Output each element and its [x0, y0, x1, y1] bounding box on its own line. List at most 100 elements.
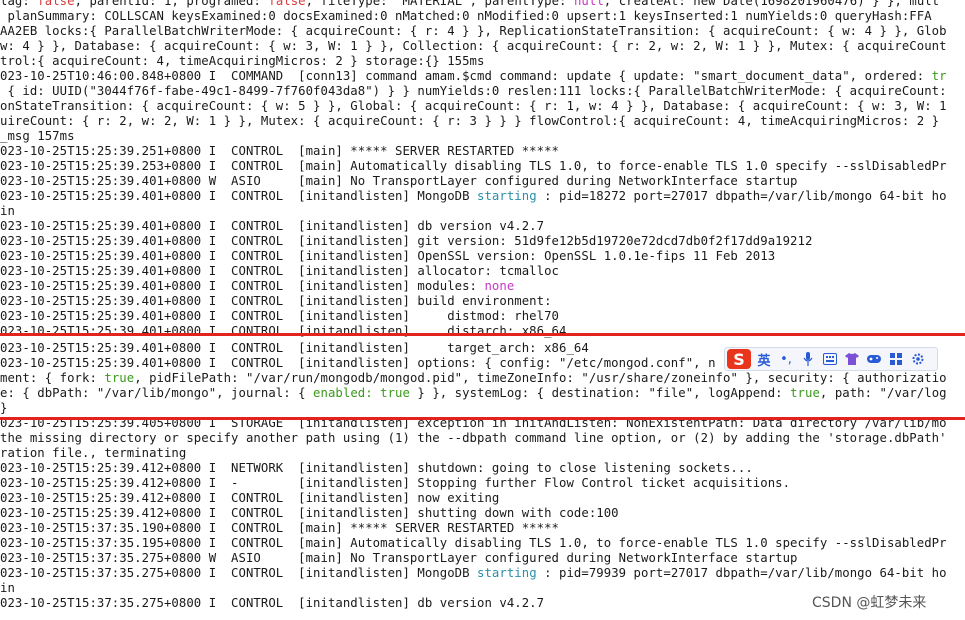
log-text: 023-10-25T15:25:39.412+0800 I NETWORK [i…: [0, 461, 753, 475]
highlight-top-border: [0, 333, 965, 336]
log-line: 023-10-25T15:37:35.275+0800 I CONTROL [i…: [0, 596, 544, 611]
log-text: : pid=79939 port=27017 dbpath=/var/lib/m…: [536, 566, 947, 580]
log-text: } }, systemLog: { destination: "file", l…: [409, 386, 791, 400]
log-text: 023-10-25T15:25:39.401+0800 I CONTROL [i…: [0, 234, 813, 248]
log-keyword: enabled: true: [313, 386, 410, 400]
log-text: 023-10-25T15:37:35.275+0800 I CONTROL [i…: [0, 596, 545, 610]
log-text: 023-10-25T15:25:39.401+0800 I CONTROL [i…: [0, 341, 589, 355]
gamepad-icon[interactable]: [865, 350, 883, 368]
log-text: , fileType: "MATERIAL", parentType:: [305, 0, 574, 8]
ime-toolbar[interactable]: S 英 •,: [724, 347, 938, 371]
log-line: 023-10-25T15:25:39.401+0800 W ASIO [main…: [0, 174, 798, 189]
log-line: 023-10-25T10:46:00.848+0800 I COMMAND [c…: [0, 69, 947, 84]
log-line: 023-10-25T15:37:35.275+0800 W ASIO [main…: [0, 551, 798, 566]
log-text: 023-10-25T15:25:39.412+0800 I - [initand…: [0, 476, 791, 490]
punctuation-icon[interactable]: •,: [777, 350, 795, 368]
log-text: 023-10-25T15:25:39.401+0800 I CONTROL [i…: [0, 309, 560, 323]
log-text: 023-10-25T15:25:39.401+0800 I CONTROL [i…: [0, 279, 485, 293]
language-toggle-button[interactable]: 英: [755, 350, 773, 369]
log-text: e: { dbPath: "/var/lib/mongo", journal: …: [0, 386, 314, 400]
log-keyword: starting: [477, 566, 537, 580]
log-line: 023-10-25T15:37:35.190+0800 I CONTROL [m…: [0, 521, 559, 536]
log-keyword: true: [104, 371, 135, 385]
keyboard-icon[interactable]: [821, 350, 839, 368]
log-line: 023-10-25T15:37:35.275+0800 I CONTROL [i…: [0, 566, 947, 581]
log-line: ration file., terminating: [0, 446, 186, 461]
log-text: 023-10-25T15:25:39.401+0800 I CONTROL [i…: [0, 219, 545, 233]
highlight-bottom-border: [0, 417, 965, 420]
log-text: 023-10-25T15:25:39.253+0800 I CONTROL [m…: [0, 159, 947, 173]
log-line: uireCount: { r: 2, w: 2, W: 1 } }, Mutex…: [0, 114, 939, 129]
log-line: 023-10-25T15:25:39.251+0800 I CONTROL [m…: [0, 144, 559, 159]
log-line: 023-10-25T15:37:35.195+0800 I CONTROL [m…: [0, 536, 947, 551]
log-text: uireCount: { r: 2, w: 2, W: 1 } }, Mutex…: [0, 114, 940, 128]
log-line: 023-10-25T15:25:39.412+0800 I NETWORK [i…: [0, 461, 753, 476]
apps-icon[interactable]: [887, 350, 905, 368]
log-text: { id: UUID("3044f76f-fabe-49c1-8499-7f76…: [0, 84, 947, 98]
log-line: 023-10-25T15:25:39.401+0800 I CONTROL [i…: [0, 189, 947, 204]
log-text: 023-10-25T15:25:39.401+0800 I CONTROL [i…: [0, 294, 552, 308]
log-line: 023-10-25T15:25:39.253+0800 I CONTROL [m…: [0, 159, 947, 174]
log-text: }: [0, 401, 8, 415]
log-text: the missing directory or specify another…: [0, 431, 947, 445]
log-line: ment: { fork: true, pidFilePath: "/var/r…: [0, 371, 947, 386]
log-text: in: [0, 204, 15, 218]
csdn-watermark: CSDN @虹梦未来: [812, 595, 927, 611]
log-text: 023-10-25T15:25:39.412+0800 I CONTROL [i…: [0, 491, 500, 505]
log-text: w: 4 } }, Database: { acquireCount: { w:…: [0, 39, 947, 53]
log-line: w: 4 } }, Database: { acquireCount: { w:…: [0, 39, 947, 54]
log-line: 023-10-25T15:25:39.401+0800 I CONTROL [i…: [0, 219, 544, 234]
log-text: : pid=18272 port=27017 dbpath=/var/lib/m…: [536, 189, 947, 203]
log-text: ration file., terminating: [0, 446, 187, 460]
log-text: 023-10-25T15:25:39.251+0800 I CONTROL [m…: [0, 144, 560, 158]
log-line: 023-10-25T15:25:39.412+0800 I CONTROL [i…: [0, 491, 499, 506]
log-line: 023-10-25T15:25:39.401+0800 I CONTROL [i…: [0, 294, 552, 309]
log-text: in: [0, 581, 15, 595]
log-line: trol:{ acquireCount: 4, timeAcquiringMic…: [0, 54, 484, 69]
terminal-output[interactable]: lag: false, parentId: 1, programed: fals…: [0, 0, 965, 620]
log-text: 023-10-25T15:25:39.412+0800 I CONTROL [i…: [0, 506, 619, 520]
log-line: 023-10-25T15:25:39.401+0800 I CONTROL [i…: [0, 279, 514, 294]
log-line: }: [0, 401, 7, 416]
log-text: AA2EB locks:{ ParallelBatchWriterMode: {…: [0, 24, 947, 38]
log-keyword: true: [790, 386, 820, 400]
log-line: 023-10-25T15:25:39.401+0800 I CONTROL [i…: [0, 249, 775, 264]
log-line: { id: UUID("3044f76f-fabe-49c1-8499-7f76…: [0, 84, 947, 99]
log-text: 023-10-25T15:25:39.401+0800 W ASIO [main…: [0, 174, 798, 188]
log-text: 023-10-25T15:37:35.190+0800 I CONTROL [m…: [0, 521, 560, 535]
log-line: _msg 157ms: [0, 129, 75, 144]
log-text: onStateTransition: { acquireCount: { w: …: [0, 99, 947, 113]
skin-icon[interactable]: [843, 350, 861, 368]
log-keyword: tr: [931, 69, 947, 83]
log-text: , createAt: new Date(1698201960476) } },…: [603, 0, 940, 8]
log-text: 023-10-25T15:37:35.275+0800 W ASIO [main…: [0, 551, 798, 565]
log-line: in: [0, 204, 15, 219]
log-text: 023-10-25T10:46:00.848+0800 I COMMAND [c…: [0, 69, 932, 83]
log-line: 023-10-25T15:25:39.401+0800 I CONTROL [i…: [0, 324, 566, 339]
log-line: in: [0, 581, 15, 596]
log-text: , parentId: 1, programed:: [74, 0, 269, 8]
log-line: the missing directory or specify another…: [0, 431, 947, 446]
log-line: 023-10-25T15:25:39.412+0800 I - [initand…: [0, 476, 790, 491]
log-line: 023-10-25T15:25:39.401+0800 I CONTROL [i…: [0, 341, 589, 356]
log-keyword: null: [573, 0, 604, 8]
log-keyword: false: [37, 0, 75, 8]
log-line: AA2EB locks:{ ParallelBatchWriterMode: {…: [0, 24, 947, 39]
log-text: 023-10-25T15:25:39.401+0800 I CONTROL [i…: [0, 249, 776, 263]
settings-icon[interactable]: [909, 350, 927, 368]
log-text: , pidFilePath: "/var/run/mongodb/mongod.…: [134, 371, 947, 385]
log-text: 023-10-25T15:25:39.401+0800 I CONTROL [i…: [0, 264, 560, 278]
log-keyword: false: [268, 0, 306, 8]
log-line: lag: false, parentId: 1, programed: fals…: [0, 0, 939, 9]
log-text: 023-10-25T15:25:39.401+0800 I CONTROL [i…: [0, 189, 478, 203]
log-text: trol:{ acquireCount: 4, timeAcquiringMic…: [0, 54, 485, 68]
log-line: 023-10-25T15:25:39.401+0800 I CONTROL [i…: [0, 264, 559, 279]
log-line: 023-10-25T15:25:39.401+0800 I CONTROL [i…: [0, 309, 559, 324]
log-keyword: none: [484, 279, 515, 293]
log-line: onStateTransition: { acquireCount: { w: …: [0, 99, 947, 114]
microphone-icon[interactable]: [799, 350, 817, 368]
sogou-logo-icon[interactable]: S: [727, 349, 751, 369]
log-line: e: { dbPath: "/var/lib/mongo", journal: …: [0, 386, 947, 401]
log-line: planSummary: COLLSCAN keysExamined:0 doc…: [0, 9, 932, 24]
log-text: , path: "/var/log: [819, 386, 947, 400]
